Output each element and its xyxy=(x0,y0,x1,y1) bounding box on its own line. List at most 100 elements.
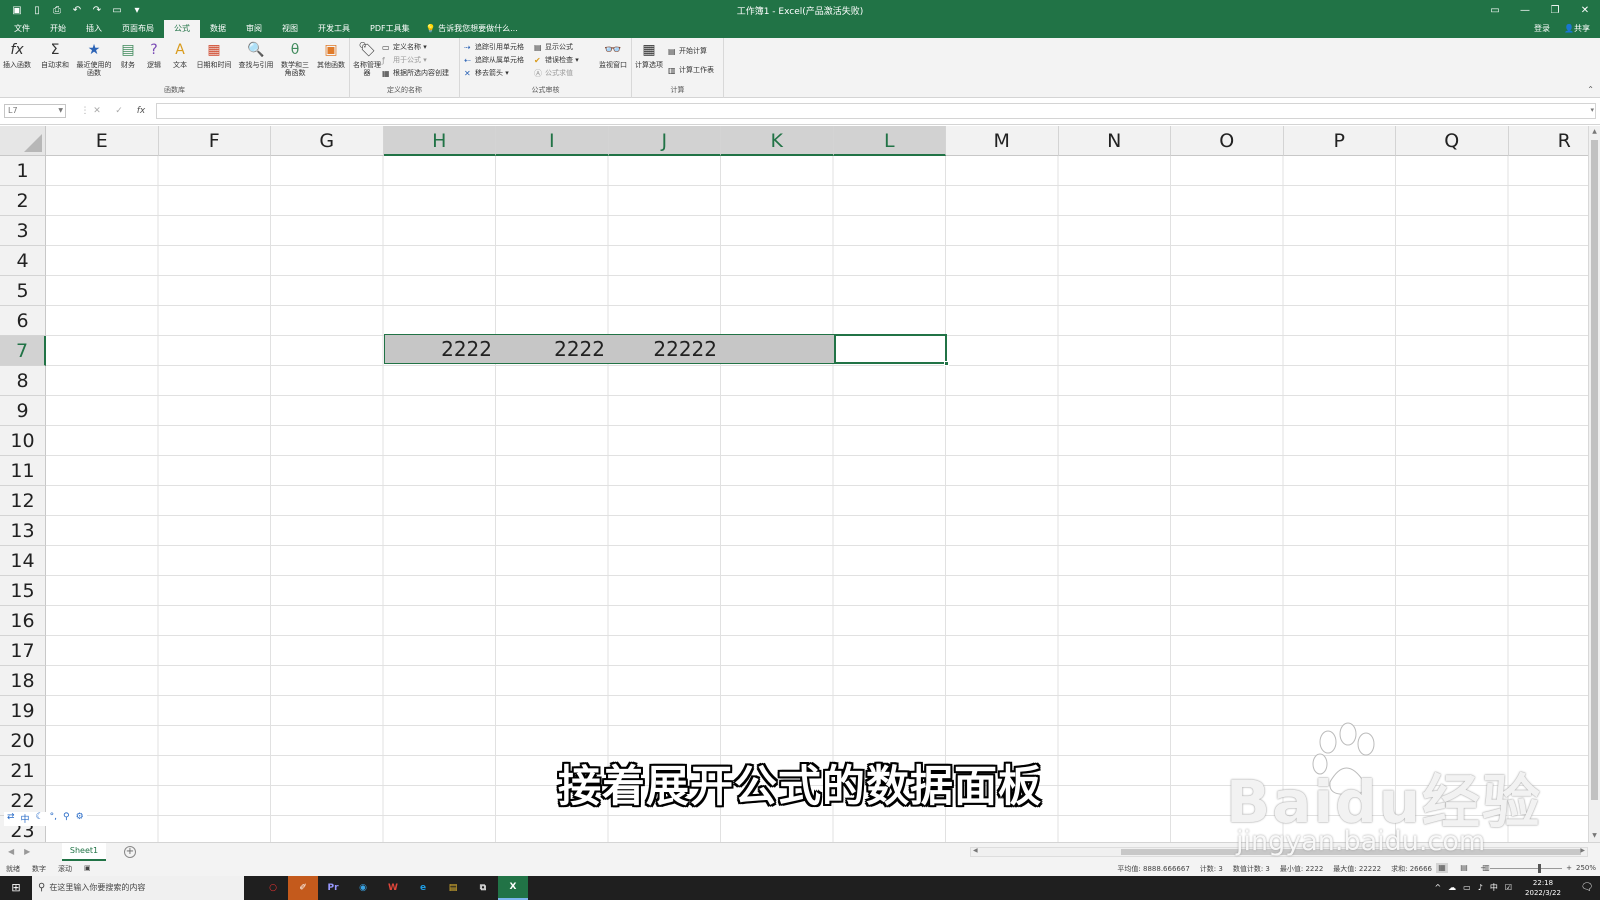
name-manager-button[interactable]: 🏷 名称管理器 xyxy=(352,41,382,77)
windows-start-icon[interactable]: ⊞ xyxy=(0,876,32,900)
expand-formula-bar-icon[interactable]: ▾ xyxy=(1590,106,1594,114)
taskbar-clock[interactable]: 22:18 2022/3/22 xyxy=(1518,878,1568,898)
insert-function-fx-icon[interactable]: fx xyxy=(134,104,148,118)
column-header-I[interactable]: I xyxy=(496,126,609,156)
math-trig-button[interactable]: θ 数学和三角函数 xyxy=(278,41,312,77)
tab-insert[interactable]: 插入 xyxy=(76,20,112,38)
tab-review[interactable]: 审阅 xyxy=(236,20,272,38)
error-checking-button[interactable]: ✔ 错误检查 ▾ xyxy=(534,54,579,66)
row-header-19[interactable]: 19 xyxy=(0,696,46,726)
zoom-in-icon[interactable]: + xyxy=(1566,864,1572,872)
insert-function-button[interactable]: fx 插入函数 xyxy=(2,41,32,69)
excel-app-icon[interactable]: X xyxy=(498,876,528,900)
zoom-slider[interactable] xyxy=(1490,863,1563,873)
row-header-8[interactable]: 8 xyxy=(0,366,46,396)
recently-used-button[interactable]: ★ 最近使用的函数 xyxy=(76,41,112,77)
tab-page-layout[interactable]: 页面布局 xyxy=(112,20,164,38)
tray-network-icon[interactable]: ▭ xyxy=(1463,876,1471,900)
column-header-H[interactable]: H xyxy=(383,126,496,156)
premiere-app-icon[interactable]: Pr xyxy=(318,876,348,900)
name-box[interactable]: L7 ▼ xyxy=(4,104,66,118)
calc-options-button[interactable]: ▦ 计算选项 xyxy=(634,41,664,69)
enter-icon[interactable]: ✓ xyxy=(112,104,126,118)
add-sheet-icon[interactable]: + xyxy=(124,846,136,858)
column-header-K[interactable]: K xyxy=(721,126,834,156)
column-header-R[interactable]: R xyxy=(1508,126,1588,156)
calc-now-button[interactable]: ▤ 开始计算 xyxy=(668,45,707,57)
pen-app-icon[interactable]: ✐ xyxy=(288,876,318,900)
row-header-21[interactable]: 21 xyxy=(0,756,46,786)
select-all-corner[interactable] xyxy=(0,126,46,156)
row-header-16[interactable]: 16 xyxy=(0,606,46,636)
row-header-2[interactable]: 2 xyxy=(0,186,46,216)
column-header-G[interactable]: G xyxy=(271,126,384,156)
browser-app-icon[interactable]: e xyxy=(408,876,438,900)
ime-settings-icon[interactable]: ⚙ xyxy=(76,812,84,826)
row-header-17[interactable]: 17 xyxy=(0,636,46,666)
tray-volume-icon[interactable]: ♪ xyxy=(1478,876,1483,900)
scroll-down-icon[interactable]: ▼ xyxy=(1589,830,1600,842)
close-icon[interactable]: ✕ xyxy=(1570,0,1600,20)
fill-handle[interactable] xyxy=(944,361,949,366)
tell-me-box[interactable]: 💡 告诉我您想要做什么... xyxy=(420,20,518,38)
cell-I7[interactable]: 2222 xyxy=(496,334,609,364)
row-header-6[interactable]: 6 xyxy=(0,306,46,336)
date-time-button[interactable]: ▦ 日期和时间 xyxy=(194,41,234,69)
remove-arrows-button[interactable]: ✕ 移去箭头 ▾ xyxy=(464,67,509,79)
normal-view-icon[interactable]: ▦ xyxy=(1436,863,1448,873)
file-explorer-icon[interactable]: ▤ xyxy=(438,876,468,900)
notification-icon[interactable]: 🗨 xyxy=(1580,881,1594,895)
use-in-formula-button[interactable]: ƒ 用于公式 ▾ xyxy=(382,54,427,66)
define-name-button[interactable]: ▭ 定义名称 ▾ xyxy=(382,41,427,53)
prev-sheet-icon[interactable]: ◀ xyxy=(8,847,14,856)
zoom-out-icon[interactable]: − xyxy=(1480,864,1486,872)
column-header-J[interactable]: J xyxy=(608,126,721,156)
next-sheet-icon[interactable]: ▶ xyxy=(24,847,30,856)
tab-home[interactable]: 开始 xyxy=(40,20,76,38)
row-header-4[interactable]: 4 xyxy=(0,246,46,276)
scroll-left-icon[interactable]: ◀ xyxy=(973,847,978,854)
column-header-L[interactable]: L xyxy=(833,126,946,156)
scroll-right-icon[interactable]: ▶ xyxy=(1580,847,1585,854)
column-header-Q[interactable]: Q xyxy=(1396,126,1509,156)
row-header-1[interactable]: 1 xyxy=(0,156,46,186)
page-layout-view-icon[interactable]: ▤ xyxy=(1458,863,1470,873)
share-button[interactable]: 👤共享 xyxy=(1564,20,1590,38)
sheet-tab-sheet1[interactable]: Sheet1 xyxy=(62,843,106,861)
tab-view[interactable]: 视图 xyxy=(272,20,308,38)
column-header-M[interactable]: M xyxy=(946,126,1059,156)
autosum-button[interactable]: Σ 自动求和 xyxy=(40,41,70,69)
minimize-icon[interactable]: — xyxy=(1510,0,1540,20)
ribbon-display-icon[interactable]: ▭ xyxy=(1480,0,1510,20)
evaluate-formula-button[interactable]: Ⓐ 公式求值 xyxy=(534,67,573,79)
tab-developer[interactable]: 开发工具 xyxy=(308,20,360,38)
edge-app-icon[interactable]: ◉ xyxy=(348,876,378,900)
row-header-9[interactable]: 9 xyxy=(0,396,46,426)
create-from-selection-button[interactable]: ▦ 根据所选内容创建 xyxy=(382,67,449,79)
ime-user-icon[interactable]: ⚲ xyxy=(63,812,70,826)
column-header-O[interactable]: O xyxy=(1171,126,1284,156)
tab-file[interactable]: 文件 xyxy=(4,20,40,38)
cancel-icon[interactable]: ✕ xyxy=(90,104,104,118)
cell-J7[interactable]: 22222 xyxy=(609,334,721,364)
row-header-11[interactable]: 11 xyxy=(0,456,46,486)
row-header-18[interactable]: 18 xyxy=(0,666,46,696)
row-header-14[interactable]: 14 xyxy=(0,546,46,576)
more-functions-button[interactable]: ▣ 其他函数 xyxy=(314,41,348,69)
ime-chinese-button[interactable]: 中 xyxy=(21,812,30,826)
tab-formulas[interactable]: 公式 xyxy=(164,20,200,38)
login-link[interactable]: 登录 xyxy=(1534,20,1550,38)
macro-record-icon[interactable]: ▣ xyxy=(84,864,91,874)
vertical-scroll-thumb[interactable] xyxy=(1591,140,1598,800)
row-header-5[interactable]: 5 xyxy=(0,276,46,306)
ime-punct-button[interactable]: °, xyxy=(50,812,57,826)
tab-data[interactable]: 数据 xyxy=(200,20,236,38)
wps-app-icon[interactable]: W xyxy=(378,876,408,900)
text-button[interactable]: A 文本 xyxy=(165,41,195,69)
active-cell-L7[interactable] xyxy=(834,334,947,364)
row-header-10[interactable]: 10 xyxy=(0,426,46,456)
row-header-12[interactable]: 12 xyxy=(0,486,46,516)
tab-pdf-tools[interactable]: PDF工具集 xyxy=(360,20,420,38)
collapse-ribbon-icon[interactable]: ⌃ xyxy=(1587,85,1594,94)
tray-expand-icon[interactable]: ^ xyxy=(1434,876,1441,900)
